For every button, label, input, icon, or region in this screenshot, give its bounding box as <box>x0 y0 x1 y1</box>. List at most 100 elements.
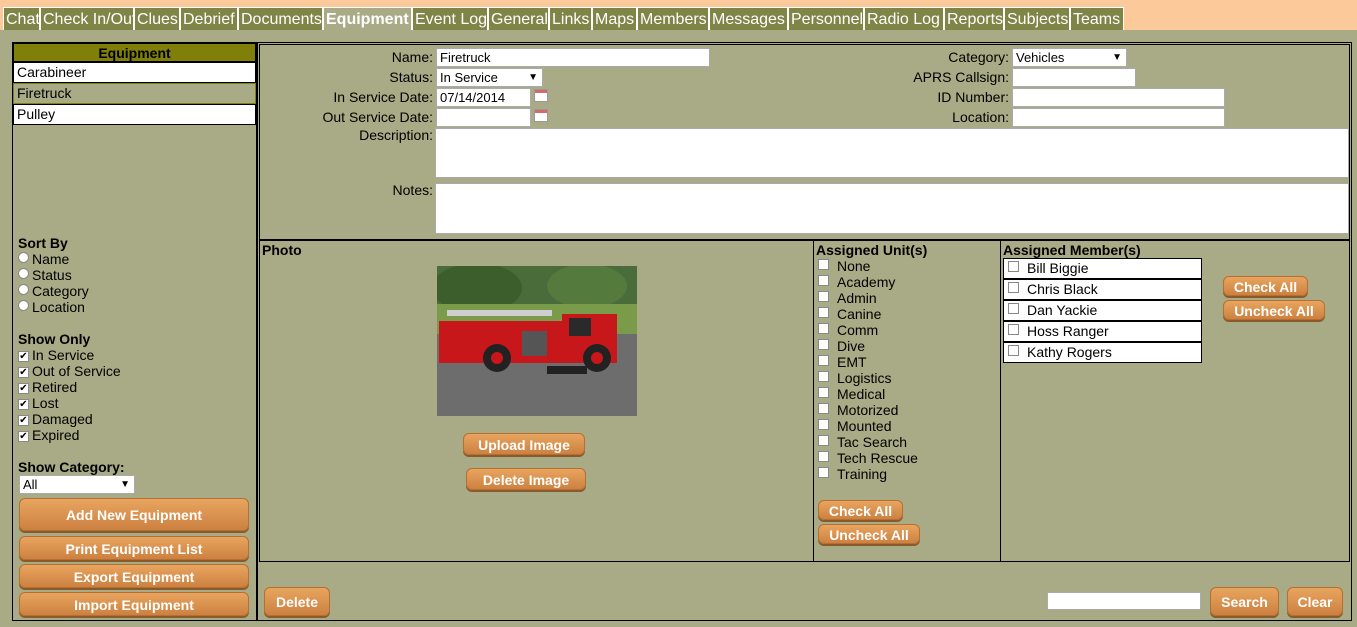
unit-checkbox-medical[interactable]: Medical <box>818 386 885 402</box>
unit-checkbox-training[interactable]: Training <box>818 466 887 482</box>
unit-checkbox-mounted[interactable]: Mounted <box>818 418 891 434</box>
check-icon[interactable]: ✔ <box>18 383 29 394</box>
checkbox-icon[interactable] <box>818 371 829 382</box>
tab-clues[interactable]: Clues <box>134 7 180 30</box>
checkbox-icon[interactable] <box>1008 345 1019 356</box>
checkbox-icon[interactable] <box>818 339 829 350</box>
list-item[interactable]: Pulley <box>13 104 256 125</box>
calendar-icon[interactable] <box>534 109 548 122</box>
tab-subjects[interactable]: Subjects <box>1004 7 1070 30</box>
unit-checkbox-admin[interactable]: Admin <box>818 290 877 306</box>
calendar-icon[interactable] <box>534 89 548 102</box>
radio-icon[interactable] <box>18 252 29 263</box>
add-new-equipment-button[interactable]: Add New Equipment <box>19 498 249 531</box>
checkbox-icon[interactable] <box>818 323 829 334</box>
member-row[interactable]: Dan Yackie <box>1003 300 1202 321</box>
import-equipment-button[interactable]: Import Equipment <box>19 592 249 616</box>
show-category-select[interactable]: All ▼ <box>19 475 135 494</box>
member-row[interactable]: Chris Black <box>1003 279 1202 300</box>
tab-teams[interactable]: Teams <box>1070 7 1124 30</box>
unit-checkbox-emt[interactable]: EMT <box>818 354 867 370</box>
show-lost-checkbox[interactable]: ✔ Lost <box>18 395 58 411</box>
radio-icon[interactable] <box>18 300 29 311</box>
unit-checkbox-tech-rescue[interactable]: Tech Rescue <box>818 450 918 466</box>
checkbox-icon[interactable] <box>818 467 829 478</box>
member-row[interactable]: Bill Biggie <box>1003 258 1202 279</box>
search-input[interactable] <box>1047 592 1201 610</box>
checkbox-icon[interactable] <box>818 451 829 462</box>
tab-reports[interactable]: Reports <box>944 7 1004 30</box>
check-icon[interactable]: ✔ <box>18 415 29 426</box>
show-retired-checkbox[interactable]: ✔ Retired <box>18 379 77 395</box>
show-damaged-checkbox[interactable]: ✔ Damaged <box>18 411 93 427</box>
unit-checkbox-tac-search[interactable]: Tac Search <box>818 434 907 450</box>
checkbox-icon[interactable] <box>818 435 829 446</box>
tab-debrief[interactable]: Debrief <box>180 7 238 30</box>
notes-field[interactable] <box>435 183 1349 234</box>
checkbox-icon[interactable] <box>1008 261 1019 272</box>
check-icon[interactable]: ✔ <box>18 399 29 410</box>
unit-checkbox-comm[interactable]: Comm <box>818 322 878 338</box>
sort-category-radio[interactable]: Category <box>18 283 89 299</box>
tab-radio-log[interactable]: Radio Log <box>864 7 944 30</box>
tab-event-log[interactable]: Event Log <box>412 7 488 30</box>
unit-checkbox-dive[interactable]: Dive <box>818 338 865 354</box>
checkbox-icon[interactable] <box>818 419 829 430</box>
search-button[interactable]: Search <box>1210 587 1279 616</box>
id-number-field[interactable] <box>1012 88 1225 107</box>
units-check-all-button[interactable]: Check All <box>818 500 903 520</box>
tab-check-in-out[interactable]: Check In/Out <box>40 7 136 30</box>
tab-members[interactable]: Members <box>637 7 709 30</box>
clear-button[interactable]: Clear <box>1287 587 1343 616</box>
checkbox-icon[interactable] <box>818 275 829 286</box>
in-service-date-field[interactable]: 07/14/2014 <box>436 88 531 107</box>
checkbox-icon[interactable] <box>1008 324 1019 335</box>
tab-general[interactable]: General <box>488 7 549 30</box>
tab-messages[interactable]: Messages <box>709 7 788 30</box>
tab-personnel[interactable]: Personnel <box>788 7 864 30</box>
delete-image-button[interactable]: Delete Image <box>466 468 586 490</box>
member-row[interactable]: Hoss Ranger <box>1003 321 1202 342</box>
radio-icon[interactable] <box>18 284 29 295</box>
list-item-selected[interactable]: Firetruck <box>13 83 256 104</box>
unit-checkbox-motorized[interactable]: Motorized <box>818 402 898 418</box>
tab-maps[interactable]: Maps <box>592 7 637 30</box>
checkbox-icon[interactable] <box>818 307 829 318</box>
description-field[interactable] <box>435 128 1349 178</box>
out-service-date-field[interactable] <box>436 108 531 127</box>
check-icon[interactable]: ✔ <box>18 367 29 378</box>
tab-links[interactable]: Links <box>549 7 592 30</box>
members-check-all-button[interactable]: Check All <box>1223 276 1308 296</box>
upload-image-button[interactable]: Upload Image <box>463 433 585 455</box>
show-out-of-service-checkbox[interactable]: ✔ Out of Service <box>18 363 121 379</box>
checkbox-icon[interactable] <box>818 387 829 398</box>
checkbox-icon[interactable] <box>818 355 829 366</box>
sort-name-radio[interactable]: Name <box>18 251 69 267</box>
unit-checkbox-none[interactable]: None <box>818 258 870 274</box>
checkbox-icon[interactable] <box>818 403 829 414</box>
checkbox-icon[interactable] <box>818 259 829 270</box>
location-field[interactable] <box>1012 108 1225 127</box>
unit-checkbox-academy[interactable]: Academy <box>818 274 895 290</box>
list-item[interactable]: Carabineer <box>13 62 256 83</box>
member-row[interactable]: Kathy Rogers <box>1003 342 1202 363</box>
checkbox-icon[interactable] <box>818 291 829 302</box>
checkbox-icon[interactable] <box>1008 303 1019 314</box>
status-select[interactable]: In Service ▼ <box>436 68 543 87</box>
show-in-service-checkbox[interactable]: ✔ In Service <box>18 347 94 363</box>
tab-chat[interactable]: Chat <box>3 7 40 30</box>
print-equipment-list-button[interactable]: Print Equipment List <box>19 536 249 560</box>
name-field[interactable]: Firetruck <box>436 48 710 67</box>
check-icon[interactable]: ✔ <box>18 351 29 362</box>
sort-location-radio[interactable]: Location <box>18 299 85 315</box>
aprs-callsign-field[interactable] <box>1012 68 1136 87</box>
show-expired-checkbox[interactable]: ✔ Expired <box>18 427 79 443</box>
units-uncheck-all-button[interactable]: Uncheck All <box>818 524 920 544</box>
tab-documents[interactable]: Documents <box>238 7 323 30</box>
checkbox-icon[interactable] <box>1008 282 1019 293</box>
tab-equipment[interactable]: Equipment <box>323 7 412 30</box>
unit-checkbox-logistics[interactable]: Logistics <box>818 370 891 386</box>
check-icon[interactable]: ✔ <box>18 431 29 442</box>
delete-button[interactable]: Delete <box>264 587 330 616</box>
sort-status-radio[interactable]: Status <box>18 267 72 283</box>
